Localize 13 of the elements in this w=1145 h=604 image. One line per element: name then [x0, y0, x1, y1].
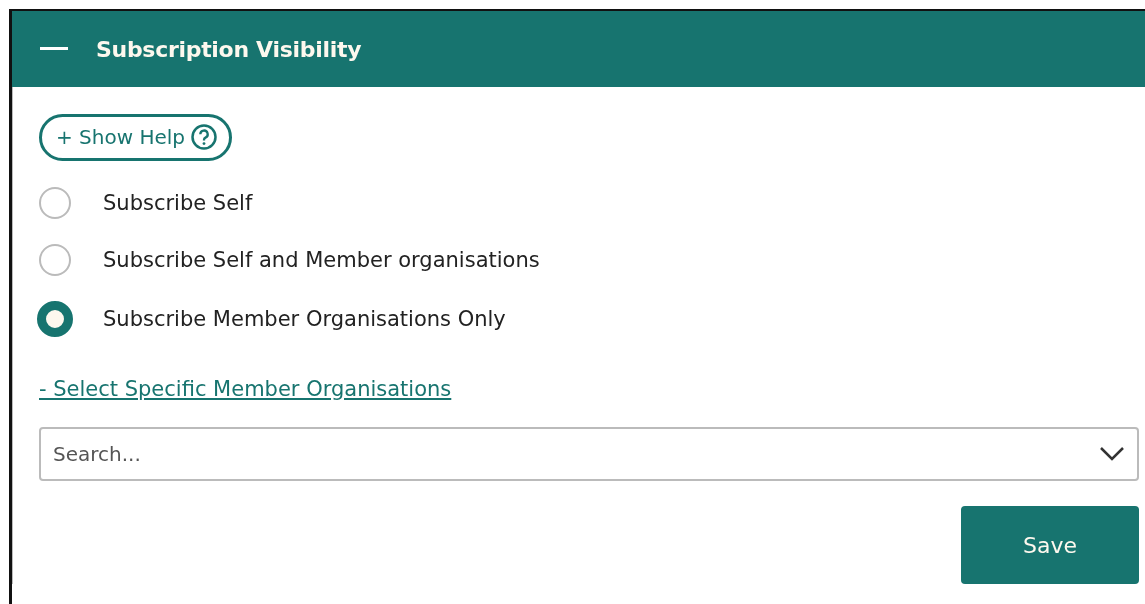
radio-button[interactable]: [39, 244, 71, 276]
radio-button[interactable]: [37, 301, 73, 337]
option-label: Subscribe Member Organisations Only: [103, 307, 506, 331]
option-label: Subscribe Self: [103, 191, 253, 215]
panel-title: Subscription Visibility: [96, 36, 362, 62]
option-label: Subscribe Self and Member organisations: [103, 248, 540, 272]
search-field[interactable]: Search...: [39, 427, 1139, 481]
select-organisations-link[interactable]: - Select Specific Member Organisations: [39, 377, 452, 401]
save-button[interactable]: Save: [961, 506, 1139, 584]
show-help-button[interactable]: + Show Help: [39, 114, 233, 161]
radio-button[interactable]: [39, 187, 71, 219]
help-icon: [191, 124, 218, 150]
chevron-down-icon: [1099, 446, 1125, 462]
